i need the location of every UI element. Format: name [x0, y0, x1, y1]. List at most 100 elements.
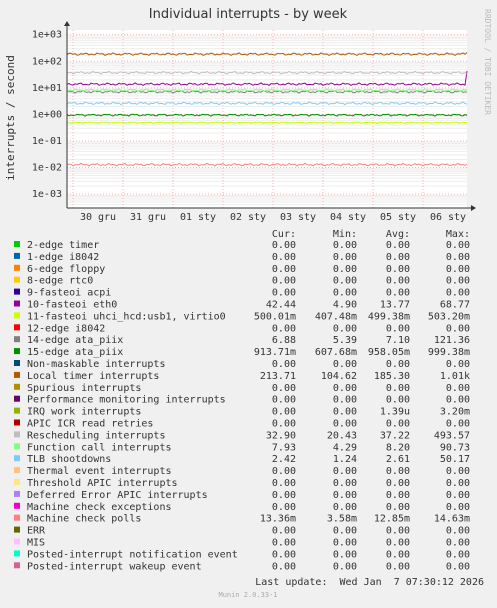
- legend-series-name: Machine check exceptions: [27, 502, 172, 513]
- legend-value-cur: 0.00: [272, 276, 296, 287]
- legend-value-min: 0.00: [333, 407, 357, 418]
- legend-series-name: Non-maskable interrupts: [27, 359, 165, 370]
- legend-value-cur: 32.90: [266, 430, 296, 441]
- legend-swatch: [14, 431, 20, 438]
- legend-value-avg: 0.00: [386, 264, 410, 275]
- legend-value-min: 0.00: [333, 276, 357, 287]
- legend-value-min: 0.00: [333, 264, 357, 275]
- legend-value-min: 0.00: [333, 502, 357, 513]
- legend-series-name: Machine check polls: [27, 514, 141, 525]
- x-tick-labels: 30 gru 31 gru 01 sty 02 sty 03 sty 04 sty 05 s…: [80, 212, 466, 223]
- legend-swatch: [14, 550, 20, 557]
- legend-swatch: [14, 502, 20, 509]
- legend-value-cur: 0.00: [272, 490, 296, 501]
- legend-value-avg: 0.00: [386, 561, 410, 572]
- legend-value-min: 607.68m: [315, 347, 357, 358]
- legend-series-name: MIS: [27, 538, 45, 549]
- legend-value-min: 4.90: [333, 300, 357, 311]
- legend-value-avg: 8.20: [386, 442, 410, 453]
- legend-value-max: 0.00: [446, 466, 470, 477]
- x-axis-arrow: [471, 205, 476, 211]
- legend-value-max: 68.77: [440, 300, 470, 311]
- legend-swatch: [14, 300, 20, 307]
- legend-value-max: 0.00: [446, 502, 470, 513]
- y-tick-label: 1e-01: [32, 136, 62, 147]
- legend-swatch: [14, 383, 20, 390]
- legend-value-cur: 0.00: [272, 561, 296, 572]
- munin-footer: Munin 2.0.33-1: [218, 591, 277, 599]
- legend-value-cur: 0.00: [272, 240, 296, 251]
- legend-value-cur: 0.00: [272, 264, 296, 275]
- legend-value-cur: 0.00: [272, 466, 296, 477]
- legend-series-name: 2-edge timer: [27, 240, 99, 251]
- legend-value-avg: 0.00: [386, 419, 410, 430]
- legend-value-avg: 12.85m: [374, 514, 410, 525]
- legend-value-cur: 0.00: [272, 478, 296, 489]
- legend-value-avg: 0.00: [386, 395, 410, 406]
- legend-value-min: 0.00: [333, 323, 357, 334]
- legend-value-avg: 2.61: [386, 454, 410, 465]
- legend-value-avg: 13.77: [380, 300, 410, 311]
- legend-value-max: 0.00: [446, 490, 470, 501]
- legend-value-avg: 0.00: [386, 526, 410, 537]
- legend-value-max: 0.00: [446, 240, 470, 251]
- legend-value-min: 20.43: [327, 430, 357, 441]
- legend-swatch: [14, 288, 20, 295]
- legend-series-name: 15-edge ata_piix: [27, 347, 123, 358]
- x-tick-label: 02 sty: [230, 212, 266, 223]
- legend-swatch: [14, 371, 20, 378]
- legend-value-max: 0.00: [446, 383, 470, 394]
- legend-value-cur: 0.00: [272, 549, 296, 560]
- legend-value-avg: 0.00: [386, 359, 410, 370]
- legend-swatch: [14, 419, 20, 426]
- legend-value-cur: 0.00: [272, 288, 296, 299]
- legend-value-cur: 0.00: [272, 407, 296, 418]
- legend-header-min: Min:: [333, 229, 357, 240]
- legend-value-min: 0.00: [333, 466, 357, 477]
- legend-header-cur: Cur:: [272, 229, 296, 240]
- legend-value-max: 0.00: [446, 395, 470, 406]
- last-update: Last update: Wed Jan 7 07:30:12 2026: [255, 577, 484, 588]
- legend-series-name: Posted-interrupt wakeup event: [27, 561, 202, 572]
- legend-header-avg: Avg:: [386, 229, 410, 240]
- legend-value-min: 3.58m: [327, 514, 357, 525]
- legend-value-avg: 0.00: [386, 252, 410, 263]
- legend-value-min: 4.29: [333, 442, 357, 453]
- legend-swatch: [14, 241, 20, 247]
- legend-value-min: 0.00: [333, 359, 357, 370]
- legend-value-avg: 0.00: [386, 502, 410, 513]
- legend-value-avg: 37.22: [380, 430, 410, 441]
- x-tick-label: 01 sty: [180, 212, 216, 223]
- legend-swatch: [14, 395, 20, 402]
- legend-value-max: 1.01k: [440, 371, 470, 382]
- legend-value-max: 0.00: [446, 276, 470, 287]
- legend-series-name: 6-edge floppy: [27, 264, 105, 275]
- legend-value-cur: 500.01m: [254, 311, 296, 322]
- legend-value-max: 3.20m: [440, 407, 470, 418]
- legend-series-name: Performance monitoring interrupts: [27, 395, 226, 406]
- y-tick-label: 1e-03: [32, 189, 62, 200]
- legend-series-name: Posted-interrupt notification event: [27, 549, 238, 560]
- legend-swatch: [14, 324, 20, 331]
- legend-series-name: Spurious interrupts: [27, 383, 141, 394]
- x-tick-label: 04 sty: [330, 212, 366, 223]
- legend-swatch: [14, 407, 20, 414]
- legend-value-min: 1.24: [333, 454, 357, 465]
- legend-value-cur: 0.00: [272, 502, 296, 513]
- legend-value-min: 104.62: [321, 371, 357, 382]
- legend-series-name: Function call interrupts: [27, 442, 172, 453]
- legend-value-min: 0.00: [333, 395, 357, 406]
- y-tick-label: 1e+02: [32, 56, 62, 67]
- legend-value-max: 0.00: [446, 478, 470, 489]
- legend-value-avg: 0.00: [386, 490, 410, 501]
- legend-series-name: ERR: [27, 526, 46, 537]
- legend-value-min: 0.00: [333, 526, 357, 537]
- legend-header-max: Max:: [446, 229, 470, 240]
- legend-swatch: [14, 360, 20, 366]
- legend-value-cur: 0.00: [272, 526, 296, 537]
- legend-value-avg: 7.10: [386, 335, 410, 346]
- legend-value-cur: 6.88: [272, 335, 296, 346]
- legend-value-avg: 0.00: [386, 478, 410, 489]
- legend-value-cur: 213.71: [260, 371, 296, 382]
- x-tick-label: 06 sty: [430, 212, 466, 223]
